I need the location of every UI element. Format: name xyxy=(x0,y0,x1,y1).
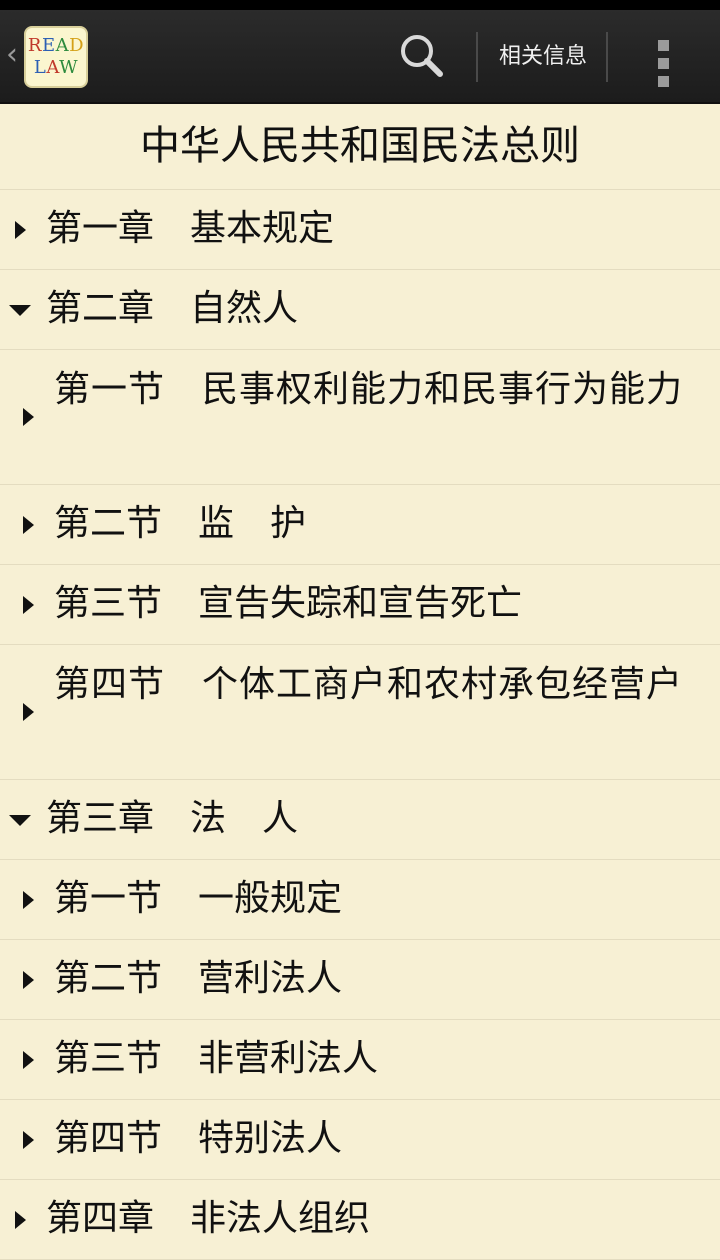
toc-item-chapter[interactable]: 第二章 自然人 xyxy=(0,270,720,350)
collapsed-arrow-icon xyxy=(23,971,34,989)
action-divider xyxy=(476,32,478,82)
action-divider xyxy=(606,32,608,82)
toc-item-chapter[interactable]: 第四章 非法人组织 xyxy=(0,1180,720,1260)
table-of-contents: 中华人民共和国民法总则 第一章 基本规定 第二章 自然人 第一节 民事权利能力和… xyxy=(0,104,720,1260)
app-logo[interactable]: READ LAW xyxy=(24,26,88,88)
toc-item-label: 第二章 自然人 xyxy=(46,288,299,329)
toc-item-label: 第三章 法 人 xyxy=(46,798,299,839)
toc-item-section[interactable]: 第三节 宣告失踪和宣告死亡 xyxy=(0,565,720,645)
search-button[interactable] xyxy=(390,24,456,90)
collapsed-arrow-icon xyxy=(23,516,34,534)
toc-item-label: 第二节 营利法人 xyxy=(54,958,343,999)
toc-item-label: 第一章 基本规定 xyxy=(46,208,335,249)
toc-item-section[interactable]: 第二节 营利法人 xyxy=(0,940,720,1020)
expanded-arrow-icon xyxy=(9,815,31,826)
collapsed-arrow-icon xyxy=(23,1051,34,1069)
toc-item-label: 第三节 非营利法人 xyxy=(54,1038,379,1079)
expanded-arrow-icon xyxy=(9,305,31,316)
collapsed-arrow-icon xyxy=(23,891,34,909)
status-bar xyxy=(0,0,720,10)
collapsed-arrow-icon xyxy=(15,1211,26,1229)
collapsed-arrow-icon xyxy=(23,408,34,426)
toc-item-label: 第四节 特别法人 xyxy=(54,1118,343,1159)
toc-item-section[interactable]: 第四节 特别法人 xyxy=(0,1100,720,1180)
collapsed-arrow-icon xyxy=(23,596,34,614)
toc-item-chapter[interactable]: 第一章 基本规定 xyxy=(0,190,720,270)
logo-line-read: READ xyxy=(27,35,85,56)
collapsed-arrow-icon xyxy=(23,703,34,721)
toc-item-section[interactable]: 第四节 个体工商户和农村承包经营户 xyxy=(0,645,720,780)
magnifier-icon xyxy=(401,35,443,77)
toc-item-label: 第一节 民事权利能力和民事行为能力 xyxy=(54,369,684,410)
chevron-left-icon[interactable]: ‹ xyxy=(6,40,18,70)
toc-item-section[interactable]: 第一节 一般规定 xyxy=(0,860,720,940)
action-bar: ‹ READ LAW 相关信息 xyxy=(0,10,720,104)
toc-item-section[interactable]: 第一节 民事权利能力和民事行为能力 xyxy=(0,350,720,485)
toc-item-label: 第一节 一般规定 xyxy=(54,878,343,919)
toc-item-section[interactable]: 第二节 监 护 xyxy=(0,485,720,565)
collapsed-arrow-icon xyxy=(15,221,26,239)
toc-item-label: 第三节 宣告失踪和宣告死亡 xyxy=(54,583,523,624)
page-title: 中华人民共和国民法总则 xyxy=(0,104,720,190)
related-info-button[interactable]: 相关信息 xyxy=(480,24,606,90)
collapsed-arrow-icon xyxy=(23,1131,34,1149)
toc-item-label: 第四章 非法人组织 xyxy=(46,1198,371,1239)
more-vertical-icon[interactable] xyxy=(640,24,688,90)
toc-item-chapter[interactable]: 第三章 法 人 xyxy=(0,780,720,860)
toc-item-label: 第二节 监 护 xyxy=(54,503,307,544)
logo-line-law: LAW xyxy=(33,57,79,78)
toc-item-label: 第四节 个体工商户和农村承包经营户 xyxy=(54,664,684,705)
toc-item-section[interactable]: 第三节 非营利法人 xyxy=(0,1020,720,1100)
